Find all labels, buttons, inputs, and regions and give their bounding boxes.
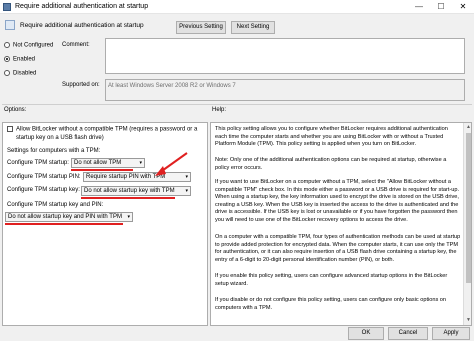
policy-icon xyxy=(3,3,11,11)
radio-circle[interactable] xyxy=(4,42,10,48)
radio-not-configured[interactable]: Not Configured xyxy=(4,42,53,49)
options-panel: Allow BitLocker without a compatible TPM… xyxy=(2,122,208,326)
checkbox-box[interactable] xyxy=(7,126,13,132)
radio-circle[interactable] xyxy=(4,70,10,76)
chevron-down-icon: ▾ xyxy=(127,214,130,220)
help-label: Help: xyxy=(212,107,227,113)
help-paragraph: If you disable or do not configure this … xyxy=(215,297,447,311)
chevron-down-icon: ▾ xyxy=(185,188,188,194)
dropdown-value: Do not allow TPM xyxy=(74,160,122,166)
tpm-key-pin-dropdown[interactable]: Do not allow startup key and PIN with TP… xyxy=(5,212,133,222)
red-underline xyxy=(71,169,133,171)
red-underline xyxy=(81,197,175,199)
radio-label: Disabled xyxy=(13,70,37,77)
help-paragraph: If you want to use BitLocker on a comput… xyxy=(215,179,460,223)
help-paragraph: Note: Only one of the additional authent… xyxy=(215,157,447,171)
maximize-button[interactable]: ☐ xyxy=(430,0,452,14)
checkbox-label-cont: startup key on a USB flash drive) xyxy=(16,135,104,141)
next-setting-button[interactable]: Next Setting xyxy=(231,21,275,34)
red-arrow-annotation xyxy=(155,152,188,176)
options-label: Options: xyxy=(4,107,27,113)
chevron-down-icon: ▾ xyxy=(139,160,142,166)
cancel-button[interactable]: Cancel xyxy=(388,327,428,340)
supported-field: At least Windows Server 2008 R2 or Windo… xyxy=(105,79,465,101)
dropdown-value: Do not allow startup key and PIN with TP… xyxy=(8,214,122,220)
divider xyxy=(2,104,472,105)
scroll-thumb[interactable] xyxy=(466,133,471,283)
help-scrollbar[interactable]: ▲ ▼ xyxy=(463,123,471,325)
red-underline xyxy=(5,223,123,225)
close-button[interactable]: ✕ xyxy=(452,0,474,14)
tpm-settings-heading: Settings for computers with a TPM: xyxy=(7,148,101,154)
checkbox-label: Allow BitLocker without a compatible TPM… xyxy=(16,126,198,133)
scroll-down-icon[interactable]: ▼ xyxy=(466,317,471,323)
tpm-key-label: Configure TPM startup key: xyxy=(7,187,80,193)
supported-label: Supported on: xyxy=(62,82,100,88)
radio-label: Enabled xyxy=(13,56,36,63)
comment-field[interactable] xyxy=(105,38,465,74)
setting-title: Require additional authentication at sta… xyxy=(20,22,144,29)
tpm-startup-label: Configure TPM startup: xyxy=(7,160,69,166)
radio-disabled[interactable]: Disabled xyxy=(4,70,36,77)
help-paragraph: If you enable this policy setting, users… xyxy=(215,273,448,287)
tpm-startup-dropdown[interactable]: Do not allow TPM ▾ xyxy=(71,158,145,168)
radio-label: Not Configured xyxy=(13,42,54,49)
dropdown-value: Do not allow startup key with TPM xyxy=(84,188,175,194)
setting-icon xyxy=(5,20,15,30)
tpm-pin-label: Configure TPM startup PIN: xyxy=(7,174,81,180)
help-paragraph: On a computer with a compatible TPM, fou… xyxy=(215,234,461,263)
apply-button[interactable]: Apply xyxy=(432,327,470,340)
tpm-key-pin-label: Configure TPM startup key and PIN: xyxy=(7,202,104,208)
tpm-key-dropdown[interactable]: Do not allow startup key with TPM ▾ xyxy=(81,186,191,196)
help-panel: This policy setting allows you to config… xyxy=(210,122,472,326)
supported-value: At least Windows Server 2008 R2 or Windo… xyxy=(108,83,236,89)
scroll-up-icon[interactable]: ▲ xyxy=(466,124,471,130)
radio-circle[interactable] xyxy=(4,56,10,62)
minimize-button[interactable]: — xyxy=(408,0,430,14)
comment-label: Comment: xyxy=(62,42,90,48)
ok-button[interactable]: OK xyxy=(348,327,384,340)
window-title: Require additional authentication at sta… xyxy=(15,3,149,10)
help-paragraph: This policy setting allows you to config… xyxy=(215,126,448,148)
radio-enabled[interactable]: Enabled xyxy=(4,56,35,63)
allow-without-tpm-checkbox[interactable]: Allow BitLocker without a compatible TPM… xyxy=(7,126,197,133)
previous-setting-button[interactable]: Previous Setting xyxy=(176,21,226,34)
